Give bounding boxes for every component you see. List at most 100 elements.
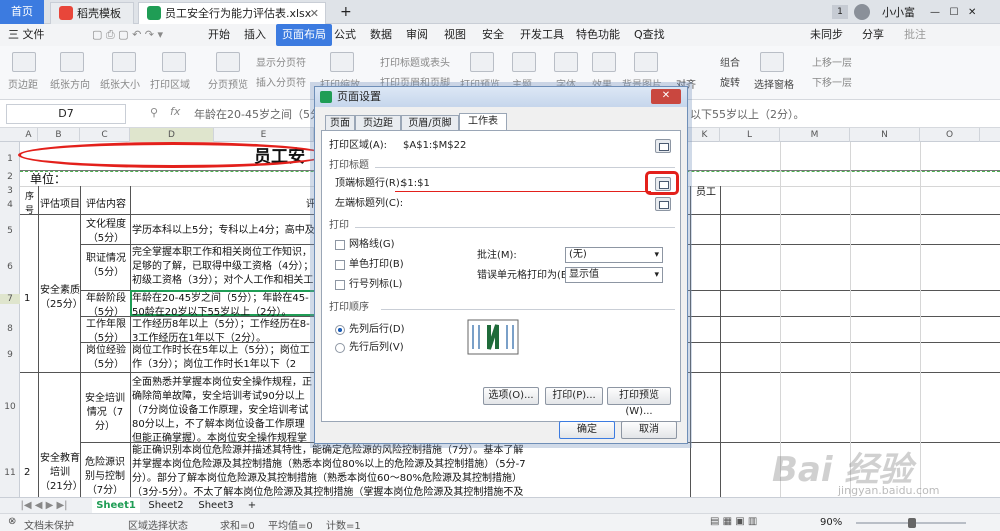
print-area-picker[interactable] xyxy=(655,139,671,153)
ribbon-print-area[interactable]: 打印区域 xyxy=(150,76,190,91)
user-name[interactable]: 小小富 xyxy=(874,2,923,24)
ribbon-send-backward[interactable]: 下移一层 xyxy=(812,74,852,89)
row-4[interactable]: 4 xyxy=(0,200,20,210)
options-button[interactable]: 选项(O)... xyxy=(483,387,539,405)
page-break-preview-icon[interactable] xyxy=(216,52,240,72)
menu-developer[interactable]: 开发工具 xyxy=(520,24,564,46)
menu-special[interactable]: 特色功能 xyxy=(576,24,620,46)
print-area-value[interactable]: $A$1:$M$22 xyxy=(403,139,466,153)
col-n[interactable]: N xyxy=(850,128,920,142)
selection-pane-icon[interactable] xyxy=(760,52,784,72)
print-preview-icon[interactable] xyxy=(470,52,494,72)
cancel-button[interactable]: 取消 xyxy=(621,421,677,439)
tab-home[interactable]: 首页 xyxy=(0,0,44,24)
row-2[interactable]: 2 xyxy=(0,172,20,182)
order-over-radio[interactable] xyxy=(335,343,345,353)
print-area-icon[interactable] xyxy=(162,52,186,72)
ok-button[interactable]: 确定 xyxy=(559,421,615,439)
sheet-tab-1[interactable]: Sheet1 xyxy=(92,498,140,514)
menu-view[interactable]: 视图 xyxy=(444,24,466,46)
row-8[interactable]: 8 xyxy=(0,324,20,334)
dialog-tab-worksheet[interactable]: 工作表 xyxy=(459,113,507,131)
ribbon-paper-size[interactable]: 纸张大小 xyxy=(100,76,140,91)
row-6[interactable]: 6 xyxy=(0,262,20,272)
window-controls[interactable]: — ☐ ✕ xyxy=(922,2,984,24)
ribbon-show-page-breaks[interactable]: 显示分页符 xyxy=(256,54,306,69)
print-preview-button[interactable]: 打印预览(W)... xyxy=(607,387,671,417)
col-b[interactable]: B xyxy=(38,128,80,142)
ribbon-rotate[interactable]: 旋转 xyxy=(720,74,740,89)
file-menu[interactable]: 三 文件 xyxy=(8,24,45,46)
col-o[interactable]: O xyxy=(920,128,980,142)
print-scaling-icon[interactable] xyxy=(330,52,354,72)
quick-access-icons[interactable]: ▢ ⎙ ▢ ↶ ↷ ▾ xyxy=(92,24,163,46)
ribbon-bring-forward[interactable]: 上移一层 xyxy=(812,54,852,69)
effects-icon[interactable] xyxy=(592,52,616,72)
view-mode-icons[interactable]: ▤ ▦ ▣ ▥ xyxy=(710,516,757,527)
add-sheet-button[interactable]: + xyxy=(244,498,260,514)
dialog-tab-page[interactable]: 页面 xyxy=(325,115,355,131)
row-5[interactable]: 5 xyxy=(0,226,20,236)
col-k[interactable]: K xyxy=(690,128,720,142)
search-button[interactable]: Q查找 xyxy=(634,24,665,46)
share-button[interactable]: 分享 xyxy=(862,24,884,46)
col-a[interactable]: A xyxy=(20,128,38,142)
tab-template[interactable]: 稻壳模板 xyxy=(50,2,134,24)
col-e[interactable]: E xyxy=(214,128,314,142)
comments-select[interactable]: (无) xyxy=(565,247,663,263)
menu-security[interactable]: 安全 xyxy=(482,24,504,46)
row-1[interactable]: 1 xyxy=(0,154,20,164)
order-down-radio[interactable] xyxy=(335,325,345,335)
ribbon-selection-pane[interactable]: 选择窗格 xyxy=(754,76,794,91)
dialog-close-button[interactable]: ✕ xyxy=(651,89,681,104)
menu-page-layout[interactable]: 页面布局 xyxy=(276,24,332,46)
col-c[interactable]: C xyxy=(80,128,130,142)
ribbon-print-titles[interactable]: 打印标题或表头 xyxy=(380,54,450,69)
menu-start[interactable]: 开始 xyxy=(208,24,230,46)
sheet-tab-2[interactable]: Sheet2 xyxy=(142,498,190,514)
formula-content[interactable]: 年龄在20-45岁之间（5分）；年龄在45-50岁以及20岁以下55岁以上（2分… xyxy=(194,106,314,122)
col-m[interactable]: M xyxy=(780,128,850,142)
new-tab-button[interactable]: + xyxy=(332,2,360,24)
row-3[interactable]: 3 xyxy=(0,186,20,196)
ribbon-group[interactable]: 组合 xyxy=(720,54,740,69)
name-box[interactable]: D7 xyxy=(6,104,126,124)
row-9[interactable]: 9 xyxy=(0,350,20,360)
row-10[interactable]: 10 xyxy=(0,402,20,412)
zoom-icon[interactable]: ⚲ xyxy=(150,106,158,119)
fx-icon[interactable]: fx xyxy=(170,105,180,118)
margins-icon[interactable] xyxy=(12,52,36,72)
background-image-icon[interactable] xyxy=(634,52,658,72)
mono-checkbox[interactable] xyxy=(335,260,345,270)
ribbon-margins[interactable]: 页边距 xyxy=(8,76,38,91)
row-7[interactable]: 7 xyxy=(0,294,20,304)
menu-review[interactable]: 审阅 xyxy=(406,24,428,46)
row-11[interactable]: 11 xyxy=(0,468,20,478)
theme-icon[interactable] xyxy=(512,52,536,72)
menu-formula[interactable]: 公式 xyxy=(334,24,356,46)
tab-file[interactable]: 员工安全行为能力评估表.xlsx ✕ xyxy=(138,2,326,24)
zoom-level[interactable]: 90% xyxy=(820,517,842,528)
errors-select[interactable]: 显示值 xyxy=(565,267,663,283)
close-icon[interactable]: ✕ xyxy=(310,3,319,24)
paper-size-icon[interactable] xyxy=(112,52,136,72)
top-rows-value[interactable]: $1:$1 xyxy=(401,177,430,191)
ribbon-insert-page-break[interactable]: 插入分页符 xyxy=(256,74,306,89)
ribbon-page-break-preview[interactable]: 分页预览 xyxy=(208,76,248,91)
font-icon[interactable] xyxy=(554,52,578,72)
sync-status[interactable]: 未同步 xyxy=(810,24,843,46)
rowcol-checkbox[interactable] xyxy=(335,280,345,290)
col-l[interactable]: L xyxy=(720,128,780,142)
sheet-nav-arrows[interactable]: |◀ ◀ ▶ ▶| xyxy=(4,498,84,514)
comment-button[interactable]: 批注 xyxy=(904,24,926,46)
zoom-slider-handle[interactable] xyxy=(908,518,916,528)
menu-insert[interactable]: 插入 xyxy=(244,24,266,46)
sheet-tab-3[interactable]: Sheet3 xyxy=(192,498,240,514)
orientation-icon[interactable] xyxy=(60,52,84,72)
avatar[interactable] xyxy=(854,4,870,20)
col-d[interactable]: D xyxy=(130,128,214,142)
gridlines-checkbox[interactable] xyxy=(335,240,345,250)
print-button[interactable]: 打印(P)... xyxy=(545,387,603,405)
dialog-tab-margins[interactable]: 页边距 xyxy=(355,115,401,131)
ribbon-orientation[interactable]: 纸张方向 xyxy=(50,76,90,91)
